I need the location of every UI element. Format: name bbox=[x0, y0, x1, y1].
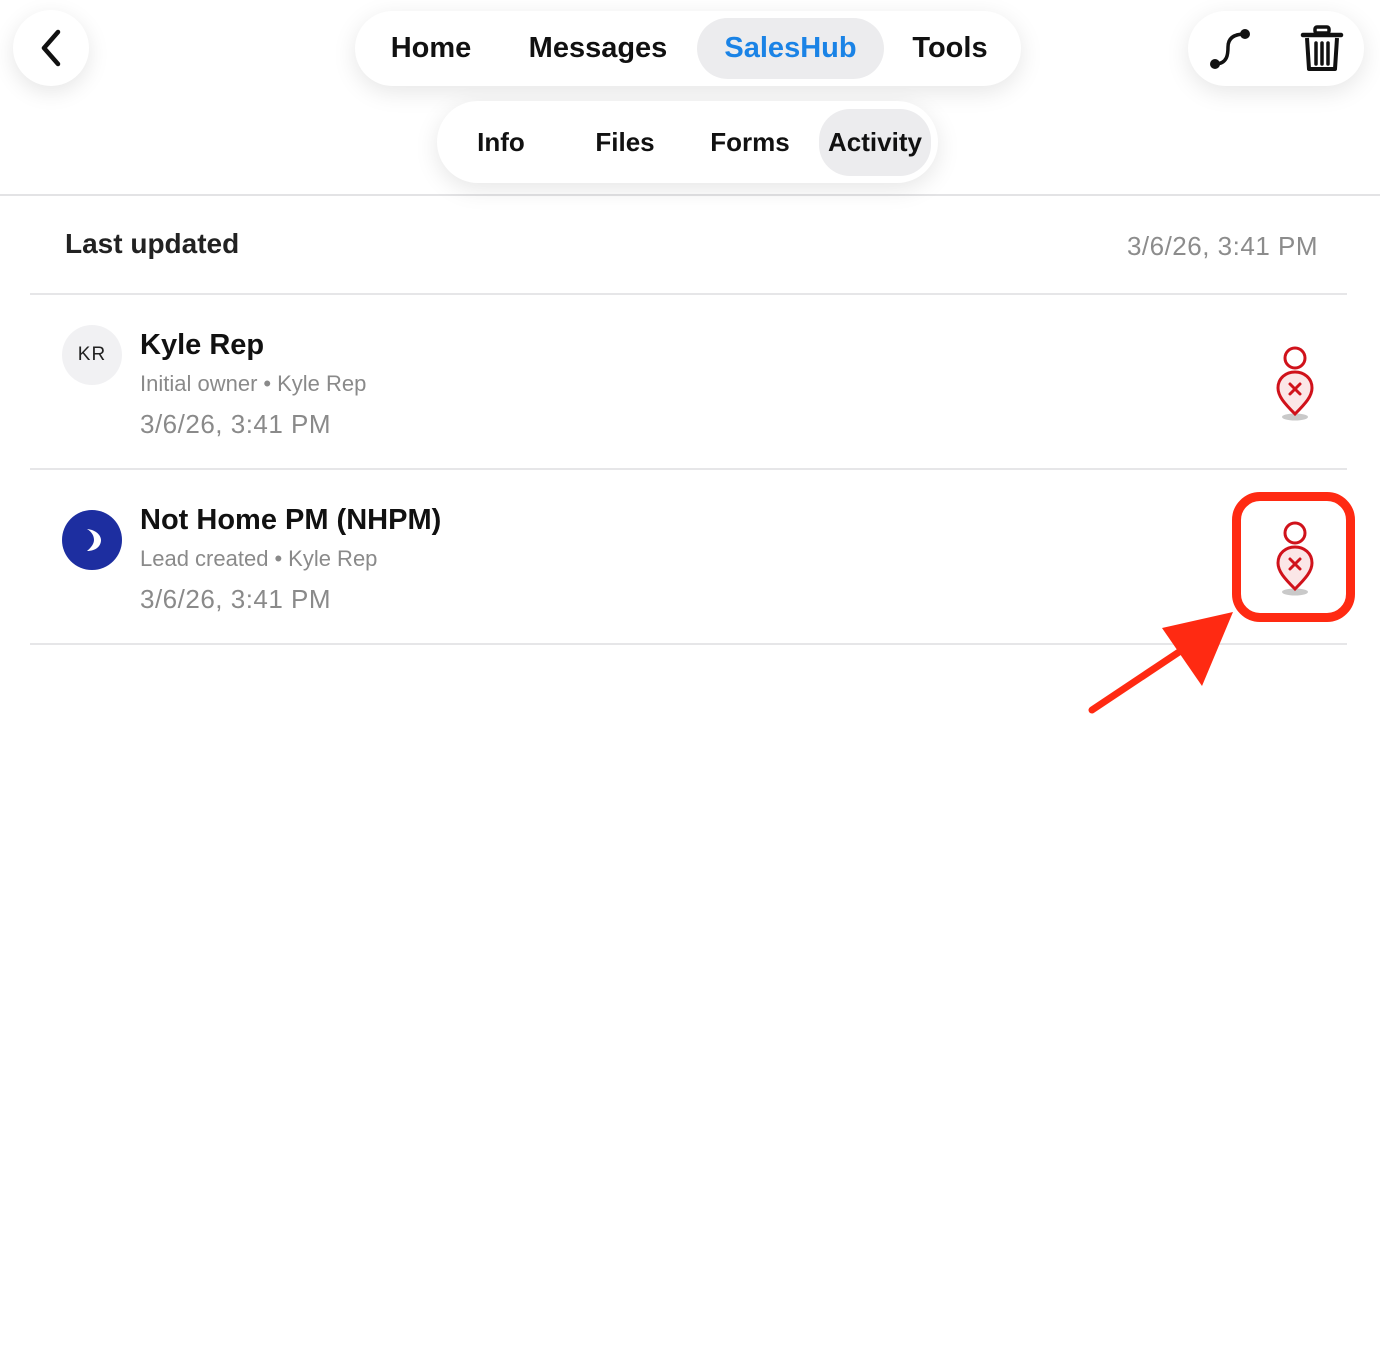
back-button[interactable] bbox=[13, 10, 89, 86]
last-updated-label: Last updated bbox=[65, 228, 240, 259]
activity-actor: Kyle Rep bbox=[288, 546, 378, 571]
tab-info[interactable]: Info bbox=[451, 109, 551, 176]
moon-icon bbox=[87, 529, 101, 551]
tab-activity[interactable]: Activity bbox=[819, 109, 931, 176]
delete-button[interactable] bbox=[1296, 23, 1348, 75]
header: Home Messages SalesHub Tools Info Files … bbox=[0, 0, 1380, 196]
activity-subtitle: Lead created • Kyle Rep bbox=[140, 546, 377, 572]
primary-tabs: Home Messages SalesHub Tools bbox=[355, 11, 1021, 86]
separator-dot: • bbox=[263, 371, 272, 396]
tab-tools[interactable]: Tools bbox=[900, 18, 1000, 79]
trash-icon bbox=[1300, 25, 1344, 71]
activity-actor: Kyle Rep bbox=[277, 371, 367, 396]
route-icon bbox=[1210, 29, 1250, 69]
activity-title: Kyle Rep bbox=[140, 329, 265, 361]
header-actions bbox=[1188, 11, 1364, 86]
map-pin-x-icon bbox=[1276, 346, 1314, 421]
sub-tabs: Info Files Forms Activity bbox=[437, 101, 938, 183]
activity-item: KR Kyle Rep Initial owner • Kyle Rep 3/6/2… bbox=[0, 295, 1380, 469]
location-pin-button[interactable] bbox=[1270, 343, 1320, 423]
avatar bbox=[62, 510, 122, 570]
tab-messages[interactable]: Messages bbox=[515, 18, 681, 79]
activity-time: 3/6/26, 3:41 PM bbox=[140, 409, 332, 439]
annotation-highlight-box bbox=[1232, 492, 1355, 622]
separator-dot: • bbox=[274, 546, 283, 571]
activity-subtitle: Initial owner • Kyle Rep bbox=[140, 371, 366, 397]
tab-home[interactable]: Home bbox=[373, 18, 489, 79]
route-button[interactable] bbox=[1204, 23, 1256, 75]
tab-forms[interactable]: Forms bbox=[695, 109, 805, 176]
activity-page: Home Messages SalesHub Tools Info Files … bbox=[0, 0, 1380, 1356]
avatar: KR bbox=[62, 325, 122, 385]
activity-event: Lead created bbox=[140, 546, 269, 571]
annotation-arrow-icon bbox=[1088, 612, 1233, 714]
activity-time: 3/6/26, 3:41 PM bbox=[140, 584, 332, 614]
activity-title: Not Home PM (NHPM) bbox=[140, 504, 442, 536]
chevron-left-icon bbox=[41, 29, 61, 67]
activity-event: Initial owner bbox=[140, 371, 258, 396]
tab-files[interactable]: Files bbox=[575, 109, 675, 176]
last-updated-value: 3/6/26, 3:41 PM bbox=[1126, 231, 1318, 261]
tab-saleshub[interactable]: SalesHub bbox=[697, 18, 884, 79]
